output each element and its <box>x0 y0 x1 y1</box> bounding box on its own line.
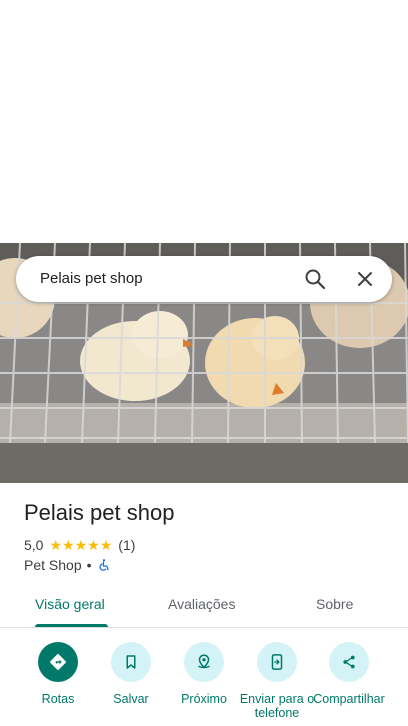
star-icon: ★ <box>74 537 88 553</box>
bookmark-icon <box>126 655 136 669</box>
place-category: Pet Shop <box>24 557 82 573</box>
search-query-text[interactable]: Pelais pet shop <box>40 270 143 287</box>
rating-value: 5,0 <box>24 537 44 553</box>
rating-count: (1) <box>118 537 136 553</box>
tab-bar: Visão geral Avaliações Sobre <box>0 586 408 628</box>
nearby-icon <box>198 654 210 669</box>
directions-icon <box>50 654 66 670</box>
star-icon: ★ <box>99 537 113 553</box>
share-button[interactable]: Compartilhar <box>309 642 389 706</box>
save-circle[interactable] <box>111 642 151 682</box>
send-to-phone-label: Enviar para o telefone <box>239 692 315 720</box>
rating-row[interactable]: 5,0 ★ ★ ★ ★ ★ (1) <box>24 536 135 554</box>
category-row: Pet Shop • <box>24 556 111 574</box>
share-label: Compartilhar <box>313 692 385 706</box>
star-icon: ★ <box>49 537 63 553</box>
tab-about[interactable]: Sobre <box>316 596 353 612</box>
send-to-phone-circle[interactable] <box>257 642 297 682</box>
send-to-phone-icon <box>271 654 283 670</box>
save-button[interactable]: Salvar <box>91 642 171 706</box>
nearby-circle[interactable] <box>184 642 224 682</box>
search-icon[interactable] <box>303 267 327 291</box>
action-bar: Rotas Salvar Próximo Enviar para o telef… <box>0 640 408 726</box>
tab-overview[interactable]: Visão geral <box>35 596 105 612</box>
wheelchair-accessible-icon <box>98 559 109 571</box>
share-circle[interactable] <box>329 642 369 682</box>
send-to-phone-button[interactable]: Enviar para o telefone <box>237 642 317 720</box>
rating-stars: ★ ★ ★ ★ ★ <box>49 538 112 552</box>
search-bar[interactable]: Pelais pet shop <box>16 256 392 302</box>
close-icon[interactable] <box>353 267 377 291</box>
place-title: Pelais pet shop <box>24 500 175 525</box>
star-icon: ★ <box>62 537 75 553</box>
save-label: Salvar <box>113 692 149 706</box>
directions-label: Rotas <box>41 692 75 706</box>
directions-button[interactable]: Rotas <box>18 642 98 706</box>
share-icon <box>343 655 355 669</box>
active-tab-indicator <box>35 624 108 627</box>
nearby-button[interactable]: Próximo <box>164 642 244 706</box>
star-icon: ★ <box>87 537 100 553</box>
map-blank-area <box>0 0 408 243</box>
nearby-label: Próximo <box>181 692 227 706</box>
tab-reviews[interactable]: Avaliações <box>168 596 235 612</box>
directions-circle[interactable] <box>38 642 78 682</box>
separator-dot: • <box>86 557 92 573</box>
